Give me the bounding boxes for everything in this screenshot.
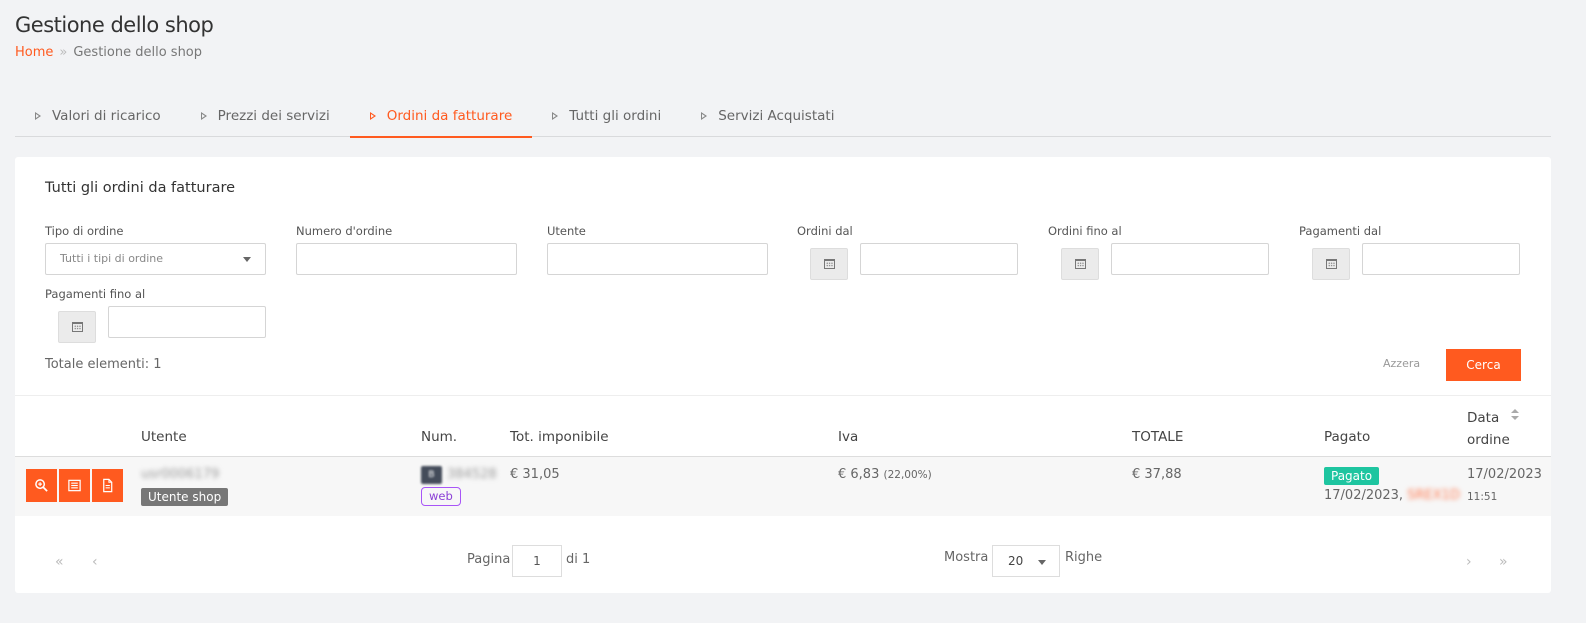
rows-label: Righe <box>1065 550 1103 565</box>
zoom-in-icon <box>35 479 48 492</box>
calendar-icon <box>1074 259 1086 269</box>
orders-to-label: Ordini fino al <box>1048 224 1122 238</box>
sort-icon[interactable] <box>1511 409 1519 421</box>
page-of-label: di 1 <box>566 552 591 567</box>
row-order-number[interactable]: 384528 <box>447 467 497 482</box>
reset-button[interactable]: Azzera <box>1383 357 1420 370</box>
orders-to-input[interactable] <box>1111 243 1269 275</box>
chevron-down-icon <box>243 257 251 262</box>
orders-from-label: Ordini dal <box>797 224 853 238</box>
tab-arrow-icon <box>200 112 207 120</box>
row-vat-amount: € 6,83 <box>838 467 880 482</box>
order-details-button[interactable] <box>59 469 90 502</box>
column-header-order-date-line1: Data <box>1467 410 1500 426</box>
user-label: Utente <box>547 224 586 238</box>
next-page-icon[interactable]: › <box>1466 554 1472 570</box>
show-label: Mostra <box>944 550 989 565</box>
column-header-vat: Iva <box>838 429 859 445</box>
invoice-button[interactable] <box>92 469 123 502</box>
breadcrumb: Home » Gestione dello shop <box>15 45 202 60</box>
tab-arrow-icon <box>369 112 376 120</box>
tab-valori-di-ricarico[interactable]: Valori di ricarico <box>15 95 181 137</box>
tab-tutti-gli-ordini[interactable]: Tutti gli ordini <box>532 95 681 137</box>
tab-arrow-icon <box>552 112 559 120</box>
column-header-num: Num. <box>421 429 458 445</box>
paid-status-badge: Pagato <box>1324 467 1380 485</box>
column-header-user: Utente <box>141 429 187 445</box>
orders-from-calendar-button[interactable] <box>810 248 848 280</box>
tab-arrow-icon <box>35 112 41 120</box>
row-total: € 37,88 <box>1132 467 1182 482</box>
user-input[interactable] <box>547 243 768 275</box>
calendar-icon <box>823 259 835 269</box>
tab-prezzi-dei-servizi[interactable]: Prezzi dei servizi <box>181 95 350 137</box>
order-type-label: Tipo di ordine <box>45 224 124 238</box>
orders-to-calendar-button[interactable] <box>1061 248 1099 280</box>
order-number-label: Numero d'ordine <box>296 224 393 238</box>
row-paid-date: 17/02/2023, <box>1324 488 1404 503</box>
page-number-input[interactable] <box>512 545 562 577</box>
tab-label: Servizi Acquistati <box>718 108 835 124</box>
total-items-count: Totale elementi: 1 <box>45 357 162 372</box>
order-prefix-badge: B <box>421 466 442 484</box>
rows-per-page-select[interactable]: 20 <box>992 545 1060 577</box>
row-user-id[interactable]: usr0006179 <box>141 467 219 482</box>
tab-ordini-da-fatturare[interactable]: Ordini da fatturare <box>349 95 533 138</box>
orders-from-input[interactable] <box>860 243 1018 275</box>
tab-label: Valori di ricarico <box>52 108 161 124</box>
tab-label: Ordini da fatturare <box>386 108 513 124</box>
row-paid-reference: SREX1D <box>1407 488 1460 503</box>
payments-to-calendar-button[interactable] <box>58 311 96 343</box>
search-button[interactable]: Cerca <box>1446 349 1521 381</box>
column-header-taxable: Tot. imponibile <box>510 429 609 445</box>
tab-servizi-acquistati[interactable]: Servizi Acquistati <box>681 95 854 137</box>
page-title: Gestione dello shop <box>15 13 214 37</box>
calendar-icon <box>71 322 83 332</box>
list-icon <box>68 479 81 492</box>
row-paid-info: 17/02/2023, SREX1D <box>1324 488 1460 503</box>
column-header-paid: Pagato <box>1324 429 1371 445</box>
payments-from-label: Pagamenti dal <box>1299 224 1382 238</box>
previous-page-icon[interactable]: ‹ <box>92 554 98 570</box>
order-number-input[interactable] <box>296 243 517 275</box>
document-icon <box>103 478 113 493</box>
column-header-order-date-line2: ordine <box>1467 432 1510 448</box>
last-page-icon[interactable]: » <box>1499 554 1508 570</box>
user-type-badge: Utente shop <box>141 488 229 506</box>
table-row: usr0006179 Utente shop B 384528 web € 31… <box>15 457 1551 516</box>
chevron-down-icon <box>1038 560 1046 565</box>
view-order-button[interactable] <box>26 469 57 502</box>
payments-to-label: Pagamenti fino al <box>45 287 146 301</box>
table-divider <box>15 395 1551 396</box>
tabs-bar: Valori di ricarico Prezzi dei servizi Or… <box>15 95 1551 138</box>
source-badge: web <box>421 487 461 506</box>
payments-from-calendar-button[interactable] <box>1312 248 1350 280</box>
breadcrumb-current: Gestione dello shop <box>73 45 203 60</box>
orders-card: Tutti gli ordini da fatturare Tipo di or… <box>15 157 1551 593</box>
row-order-time: 11:51 <box>1467 491 1498 503</box>
order-type-value: Tutti i tipi di ordine <box>60 252 164 265</box>
row-order-date: 17/02/2023 <box>1467 467 1542 482</box>
breadcrumb-separator: » <box>59 45 68 60</box>
first-page-icon[interactable]: « <box>55 554 64 570</box>
row-vat: € 6,83 (22,00%) <box>838 467 932 482</box>
row-taxable: € 31,05 <box>510 467 560 482</box>
tab-arrow-icon <box>701 112 708 120</box>
payments-to-input[interactable] <box>108 306 266 338</box>
tab-label: Prezzi dei servizi <box>217 108 330 124</box>
row-vat-rate: (22,00%) <box>883 469 932 481</box>
tab-label: Tutti gli ordini <box>569 108 662 124</box>
order-prefix: B <box>428 470 435 480</box>
calendar-icon <box>1325 259 1337 269</box>
order-type-select[interactable]: Tutti i tipi di ordine <box>45 243 266 275</box>
page-label: Pagina <box>467 552 511 567</box>
column-header-order-date[interactable]: Data ordine <box>1467 407 1510 451</box>
rows-per-page-value: 20 <box>1008 554 1024 568</box>
card-title: Tutti gli ordini da fatturare <box>45 180 236 196</box>
column-header-total: TOTALE <box>1132 429 1184 445</box>
breadcrumb-home-link[interactable]: Home <box>15 45 53 60</box>
payments-from-input[interactable] <box>1362 243 1520 275</box>
